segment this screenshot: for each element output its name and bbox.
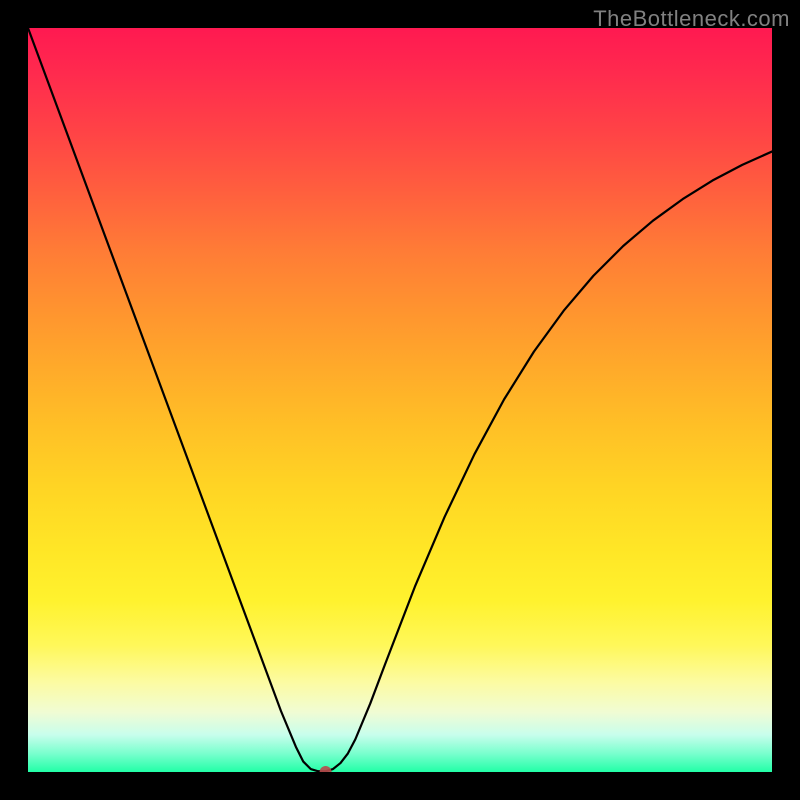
plot-area — [28, 28, 772, 772]
bottleneck-curve — [28, 28, 772, 771]
optimum-marker — [320, 766, 332, 772]
bottleneck-curve-layer — [28, 28, 772, 772]
chart-frame: TheBottleneck.com — [0, 0, 800, 800]
